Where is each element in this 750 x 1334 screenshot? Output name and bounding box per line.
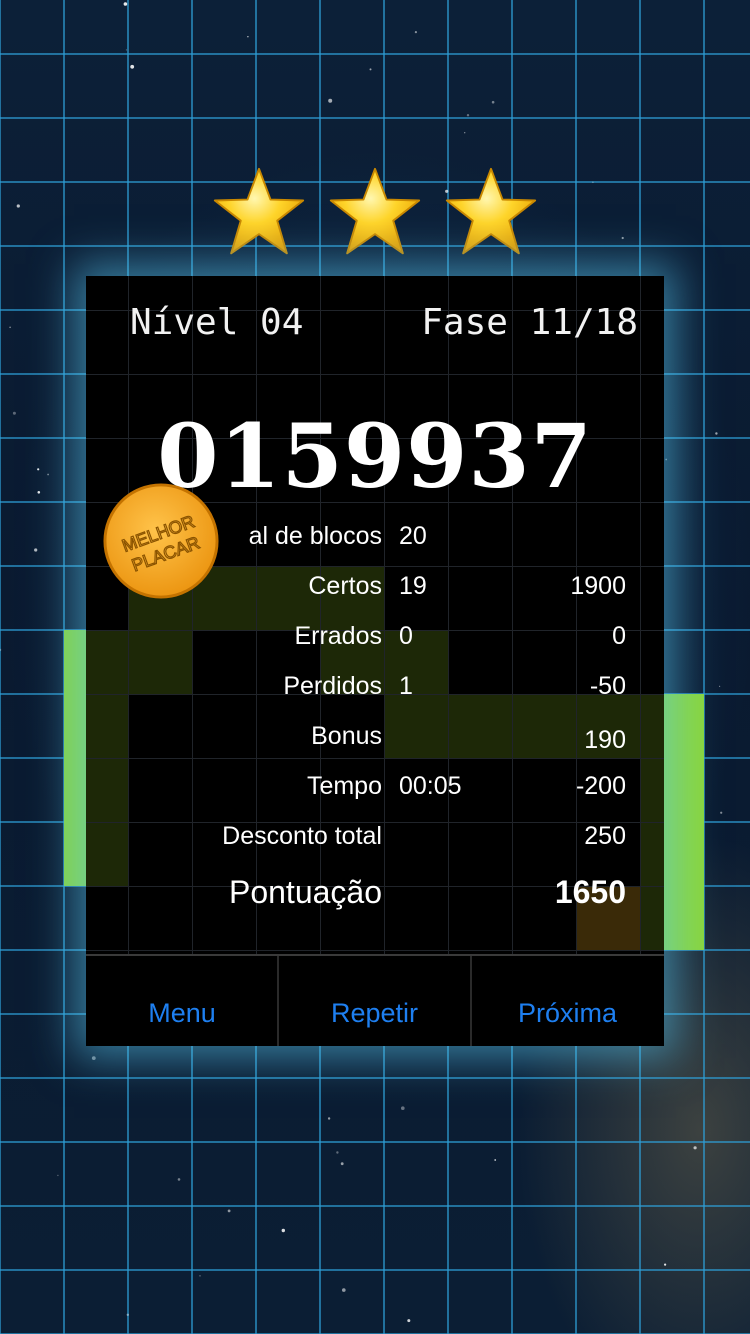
star-dot — [715, 432, 718, 435]
star-dot — [665, 458, 668, 461]
star-dot — [91, 1056, 96, 1060]
stage-label: Fase 11/18 — [421, 302, 638, 343]
stat-row-wrong: Errados 0 0 — [86, 622, 664, 662]
retry-button[interactable]: Repetir — [278, 998, 471, 1029]
total-value: 1650 — [554, 874, 626, 910]
stat-label: Bonus — [311, 722, 382, 750]
total-label: Pontuação — [228, 874, 382, 910]
stat-row-discount: Desconto total 250 — [86, 822, 664, 862]
star-dot — [130, 64, 135, 69]
divider — [86, 954, 664, 956]
left-block-column — [64, 630, 88, 886]
star-dot — [719, 685, 721, 687]
stat-points: 0 — [612, 622, 626, 650]
star-dot — [720, 811, 723, 814]
star-dot — [12, 411, 16, 415]
star-dot — [47, 473, 49, 476]
star-dot — [342, 1288, 346, 1292]
star-icon-1 — [213, 167, 305, 255]
stat-label: Perdidos — [283, 672, 382, 700]
star-dot — [336, 1151, 339, 1154]
right-block-column — [664, 694, 704, 950]
results-panel: Nível 04 Fase 11/18 0159937 al de blocos… — [86, 276, 664, 1046]
star-dot — [464, 132, 466, 134]
star-dot — [247, 36, 249, 38]
stat-value: 00:05 — [399, 772, 462, 800]
stat-value: 0 — [399, 622, 413, 650]
star-dot — [693, 1146, 697, 1150]
stat-points: 1900 — [570, 572, 626, 600]
total-score-row: Pontuação 1650 — [86, 874, 664, 914]
next-button[interactable]: Próxima — [471, 998, 664, 1029]
star-dot — [369, 68, 372, 71]
best-score-badge: MELHOR PLACAR — [103, 483, 219, 599]
star-dot — [125, 49, 128, 51]
stat-value: 1 — [399, 672, 413, 700]
star-dot — [34, 548, 38, 552]
star-dot — [37, 491, 41, 494]
star-dot — [340, 1162, 344, 1166]
stat-label: al de blocos — [248, 522, 382, 550]
menu-button[interactable]: Menu — [86, 998, 278, 1029]
stat-label: Tempo — [306, 772, 382, 800]
star-dot — [491, 100, 495, 104]
star-dot — [16, 204, 20, 208]
stat-points: -50 — [589, 672, 626, 700]
stat-points: 190 — [584, 726, 626, 754]
star-dot — [327, 1117, 331, 1120]
star-dot — [621, 236, 624, 240]
level-label: Nível 04 — [130, 302, 304, 343]
star-dot — [123, 2, 128, 6]
star-dot — [494, 1159, 497, 1161]
star-dot — [414, 30, 417, 34]
star-icon-3 — [445, 167, 537, 255]
star-dot — [466, 114, 470, 117]
stat-row-lost: Perdidos 1 -50 — [86, 672, 664, 712]
star-dot — [199, 1275, 201, 1277]
stat-label: Certos — [308, 572, 382, 600]
star-dot — [407, 1319, 411, 1323]
stat-points: 250 — [584, 822, 626, 850]
star-dot — [57, 1174, 59, 1177]
star-dot — [664, 1263, 667, 1266]
stat-value: 19 — [399, 572, 427, 600]
star-dot — [9, 326, 11, 329]
star-dot — [328, 98, 333, 103]
star-dot — [592, 181, 594, 184]
panel-grid-line — [86, 374, 664, 375]
stat-points: -200 — [575, 772, 626, 800]
star-dot — [401, 1106, 405, 1110]
star-dot — [177, 1178, 181, 1181]
star-dot — [281, 1228, 285, 1233]
stat-value: 20 — [399, 522, 427, 550]
stat-label: Errados — [294, 622, 382, 650]
star-dot — [0, 648, 2, 652]
stat-row-time: Tempo 00:05 -200 — [86, 772, 664, 812]
stat-label: Desconto total — [222, 822, 382, 850]
panel-grid-line — [86, 950, 664, 951]
star-dot — [37, 468, 40, 471]
star-icon-2 — [329, 167, 421, 255]
star-dot — [126, 1313, 129, 1317]
stat-row-bonus: Bonus 190 — [86, 722, 664, 762]
star-dot — [227, 1209, 231, 1213]
